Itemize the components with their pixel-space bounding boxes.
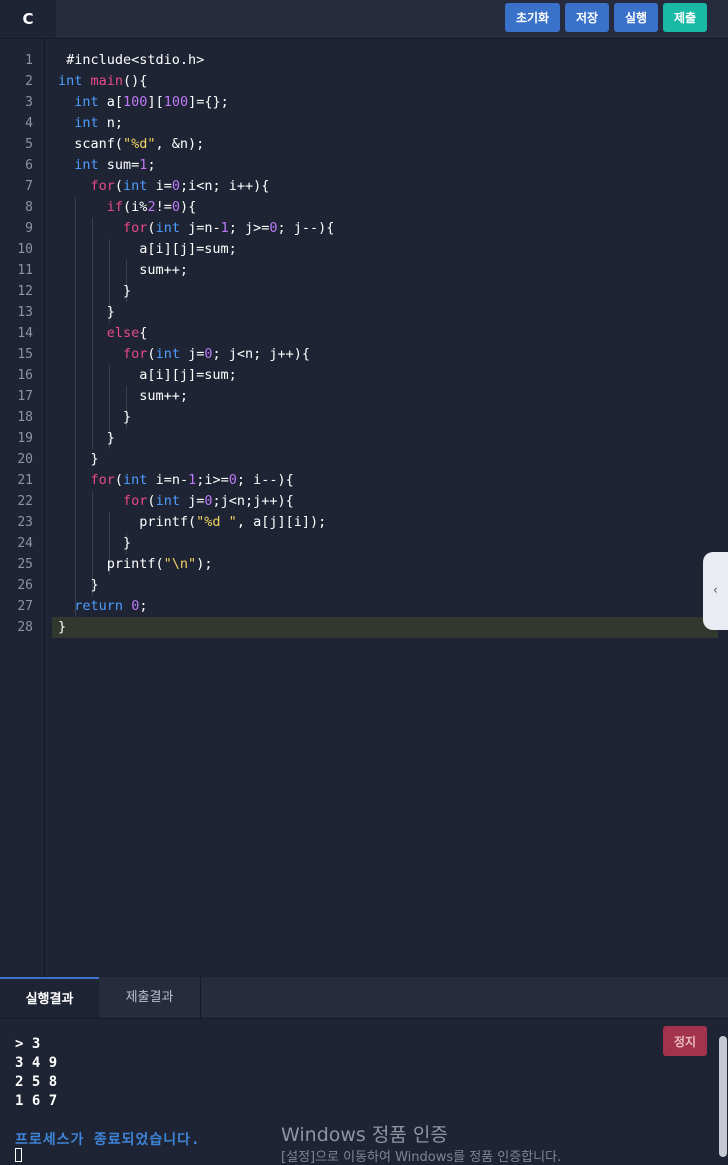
line-number: 6 — [25, 158, 33, 173]
code-line[interactable]: } — [58, 575, 99, 596]
console-panel: > 3 3 4 9 2 5 8 1 6 7 프로세스가 종료되었습니다. 정지 … — [0, 1019, 728, 1165]
line-number: 21 — [17, 473, 33, 488]
code-line[interactable]: int a[100][100]={}; — [58, 92, 228, 113]
line-number: 13 — [17, 305, 33, 320]
line-number: 25 — [17, 557, 33, 572]
code-line[interactable]: scanf("%d", &n); — [58, 134, 204, 155]
code-line[interactable]: } — [58, 407, 131, 428]
tab-run-result[interactable]: 실행결과 — [0, 977, 99, 1018]
code-line[interactable]: #include<stdio.h> — [58, 50, 204, 71]
line-number: 9 — [25, 221, 33, 236]
code-line[interactable]: for(int j=0; j<n; j++){ — [58, 344, 310, 365]
console-output-line: 2 5 8 — [15, 1074, 58, 1090]
code-line[interactable]: } — [58, 302, 115, 323]
panel-toggle-handle[interactable]: ‹ — [703, 552, 728, 630]
line-number: 10 — [17, 242, 33, 257]
code-line[interactable]: for(int j=n-1; j>=0; j--){ — [58, 218, 334, 239]
tab-submit-result[interactable]: 제출결과 — [99, 977, 201, 1018]
code-line[interactable]: for(int j=0;j<n;j++){ — [58, 491, 294, 512]
code-line[interactable]: sum++; — [58, 386, 188, 407]
line-number: 22 — [17, 494, 33, 509]
code-line[interactable]: } — [58, 617, 66, 638]
line-number: 17 — [17, 389, 33, 404]
line-number: 1 — [25, 53, 33, 68]
line-number: 2 — [25, 74, 33, 89]
code-line[interactable]: int main(){ — [58, 71, 147, 92]
process-status: 프로세스가 종료되었습니다. — [15, 1132, 201, 1148]
console-output-line: 1 6 7 — [15, 1093, 58, 1109]
line-number: 3 — [25, 95, 33, 110]
code-line[interactable]: sum++; — [58, 260, 188, 281]
line-number-gutter: 1 2 3 4 5 6 7 8 9 10 11 12 13 14 15 16 17 18 19 20 21 22 23 24 2… — [0, 39, 45, 977]
line-number: 23 — [17, 515, 33, 530]
line-number: 26 — [17, 578, 33, 593]
line-number: 20 — [17, 452, 33, 467]
code-line[interactable]: a[i][j]=sum; — [58, 365, 237, 386]
code-line[interactable]: int n; — [58, 113, 123, 134]
console-output-line: 3 4 9 — [15, 1055, 58, 1071]
code-line[interactable]: } — [58, 533, 131, 554]
line-number: 12 — [17, 284, 33, 299]
reset-button[interactable]: 초기화 — [505, 3, 560, 32]
console-cursor[interactable] — [15, 1148, 22, 1162]
language-tab[interactable]: C — [0, 0, 56, 38]
save-button[interactable]: 저장 — [565, 3, 609, 32]
line-number: 18 — [17, 410, 33, 425]
submit-button[interactable]: 제출 — [663, 3, 707, 32]
stop-button[interactable]: 정지 — [663, 1026, 707, 1056]
line-number: 11 — [17, 263, 33, 278]
console-scrollbar[interactable] — [719, 1036, 727, 1157]
line-number: 5 — [25, 137, 33, 152]
code-editor[interactable]: 1 2 3 4 5 6 7 8 9 10 11 12 13 14 15 16 17 18 19 20 21 22 23 24 2… — [0, 39, 728, 977]
code-line[interactable]: int sum=1; — [58, 155, 155, 176]
code-line[interactable]: printf("%d ", a[j][i]); — [58, 512, 326, 533]
windows-activation-subtitle: [설정]으로 이동하여 Windows를 정품 인증합니다. — [281, 1150, 562, 1165]
code-line[interactable]: for(int i=0;i<n; i++){ — [58, 176, 270, 197]
code-line[interactable]: a[i][j]=sum; — [58, 239, 237, 260]
toolbar: C 초기화 저장 실행 제출 — [0, 0, 728, 39]
line-number: 27 — [17, 599, 33, 614]
line-number: 4 — [25, 116, 33, 131]
line-number: 15 — [17, 347, 33, 362]
windows-activation-title: Windows 정품 인증 — [281, 1124, 448, 1146]
line-number: 14 — [17, 326, 33, 341]
result-tabs: 실행결과 제출결과 — [0, 977, 728, 1019]
line-number: 24 — [17, 536, 33, 551]
active-line-highlight — [52, 617, 718, 638]
code-line[interactable]: } — [58, 449, 99, 470]
code-line[interactable]: if(i%2!=0){ — [58, 197, 196, 218]
code-line[interactable]: for(int i=n-1;i>=0; i--){ — [58, 470, 294, 491]
line-number: 28 — [17, 620, 33, 635]
run-button[interactable]: 실행 — [614, 3, 658, 32]
console-output-line: > 3 — [15, 1036, 41, 1052]
code-line[interactable]: else{ — [58, 323, 148, 344]
code-line[interactable]: return 0; — [58, 596, 147, 617]
code-line[interactable]: } — [58, 281, 131, 302]
code-line[interactable]: } — [58, 428, 115, 449]
line-number: 7 — [25, 179, 33, 194]
line-number: 19 — [17, 431, 33, 446]
line-number: 8 — [25, 200, 33, 215]
chevron-left-icon: ‹ — [712, 583, 719, 598]
code-line[interactable]: printf("\n"); — [58, 554, 213, 575]
line-number: 16 — [17, 368, 33, 383]
